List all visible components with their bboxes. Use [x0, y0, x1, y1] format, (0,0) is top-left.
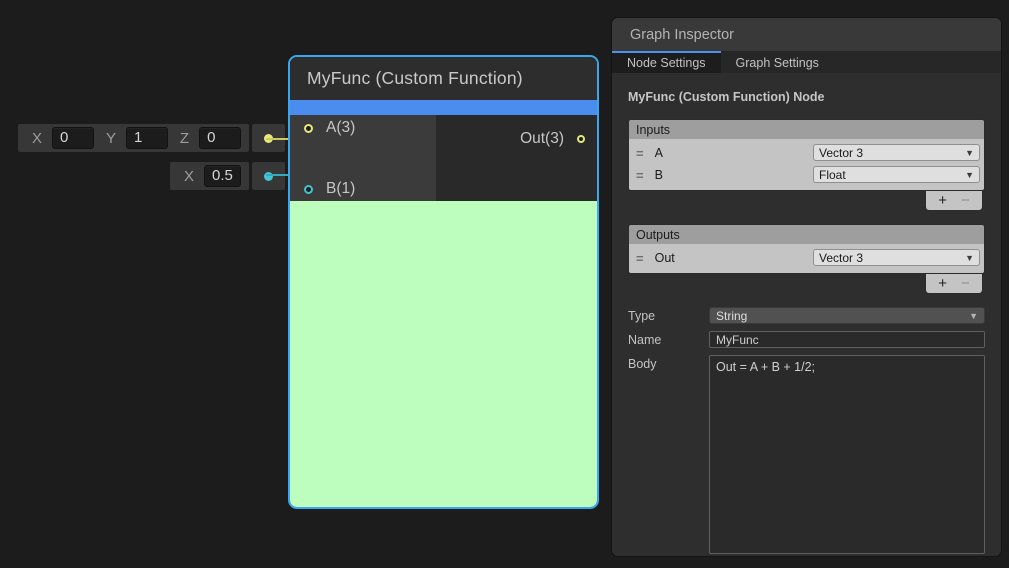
dropdown-arrow-icon: ▼ [965, 170, 974, 180]
add-output-button[interactable]: + [938, 276, 947, 291]
node-output-column: Out(3) [436, 115, 597, 201]
inputs-list: Inputs = A Vector 3 ▼ = B Flo [628, 119, 985, 211]
input-a-name: A [655, 146, 663, 160]
output-port-out[interactable]: Out(3) [520, 130, 585, 148]
port-out-icon[interactable] [577, 135, 585, 143]
body-label: Body [628, 355, 709, 371]
output-out-type-value: Vector 3 [819, 251, 863, 265]
add-input-button[interactable]: + [938, 193, 947, 208]
input-a-type-value: Vector 3 [819, 146, 863, 160]
vector3-z-field[interactable]: 0 [199, 127, 241, 149]
port-out-label: Out(3) [520, 130, 564, 148]
dropdown-arrow-icon: ▼ [969, 311, 978, 321]
vector3-y-field[interactable]: 1 [126, 127, 168, 149]
inputs-list-footer: + − [925, 191, 983, 211]
dropdown-arrow-icon: ▼ [965, 253, 974, 263]
remove-output-button[interactable]: − [961, 276, 970, 291]
node-accent-bar [290, 100, 597, 115]
outputs-list: Outputs = Out Vector 3 ▼ + − [628, 224, 985, 294]
input-b-name: B [655, 168, 663, 182]
vector3-value-widget: X 0 Y 1 Z 0 [18, 124, 249, 152]
inputs-row-a[interactable]: = A Vector 3 ▼ [629, 142, 984, 164]
type-dropdown[interactable]: String ▼ [709, 307, 985, 324]
port-a-label: A(3) [326, 119, 355, 137]
inputs-row-b[interactable]: = B Float ▼ [629, 164, 984, 186]
vector3-y-label: Y [106, 130, 116, 147]
name-property-row: Name MyFunc [628, 331, 985, 348]
node-preview [290, 201, 597, 507]
float-output-dot-icon [264, 172, 273, 181]
tab-node-settings[interactable]: Node Settings [612, 51, 721, 73]
float-x-field[interactable]: 0.5 [204, 165, 241, 187]
graph-inspector-panel: Graph Inspector Node Settings Graph Sett… [612, 18, 1001, 556]
node-port-area: A(3) B(1) Out(3) [290, 115, 597, 201]
body-property-row: Body Out = A + B + 1/2; [628, 355, 985, 554]
port-a-icon[interactable] [304, 124, 313, 133]
node-title[interactable]: MyFunc (Custom Function) [290, 57, 597, 100]
vector3-x-field[interactable]: 0 [52, 127, 94, 149]
vector3-z-label: Z [180, 130, 189, 147]
drag-handle-icon[interactable]: = [636, 168, 643, 183]
type-property-row: Type String ▼ [628, 307, 985, 324]
remove-input-button[interactable]: − [961, 193, 970, 208]
inspector-node-heading: MyFunc (Custom Function) Node [628, 90, 985, 104]
input-b-type-value: Float [819, 168, 846, 182]
type-label: Type [628, 307, 709, 323]
shader-graph-canvas: X 0 Y 1 Z 0 X 0.5 MyFunc (Custom Functio… [0, 0, 1009, 568]
inspector-content: MyFunc (Custom Function) Node Inputs = A… [612, 73, 1001, 556]
inputs-list-header: Inputs [628, 119, 985, 139]
port-b-icon[interactable] [304, 185, 313, 194]
inputs-list-body: = A Vector 3 ▼ = B Float ▼ [628, 139, 985, 191]
body-textarea[interactable]: Out = A + B + 1/2; [709, 355, 985, 554]
outputs-list-body: = Out Vector 3 ▼ [628, 244, 985, 274]
outputs-row-out[interactable]: = Out Vector 3 ▼ [629, 247, 984, 269]
outputs-list-footer: + − [925, 274, 983, 294]
drag-handle-icon[interactable]: = [636, 146, 643, 161]
name-label: Name [628, 331, 709, 347]
input-a-type-dropdown[interactable]: Vector 3 ▼ [813, 144, 980, 161]
vector3-x-label: X [32, 130, 42, 147]
drag-handle-icon[interactable]: = [636, 251, 643, 266]
port-b-label: B(1) [326, 180, 355, 198]
tab-graph-settings[interactable]: Graph Settings [721, 51, 834, 73]
float-output-connector[interactable] [252, 162, 285, 190]
type-value: String [716, 309, 747, 323]
input-port-b[interactable]: B(1) [304, 180, 355, 198]
input-b-type-dropdown[interactable]: Float ▼ [813, 166, 980, 183]
inspector-tabbar: Node Settings Graph Settings [612, 51, 1001, 73]
float-value-widget: X 0.5 [170, 162, 249, 190]
output-out-name: Out [655, 251, 675, 265]
dropdown-arrow-icon: ▼ [965, 148, 974, 158]
custom-function-node[interactable]: MyFunc (Custom Function) A(3) B(1) Out(3… [288, 55, 599, 509]
node-input-column: A(3) B(1) [290, 115, 436, 201]
outputs-list-header: Outputs [628, 224, 985, 244]
graph-inspector-title[interactable]: Graph Inspector [612, 18, 1001, 51]
output-out-type-dropdown[interactable]: Vector 3 ▼ [813, 249, 980, 266]
name-field[interactable]: MyFunc [709, 331, 985, 348]
float-x-label: X [184, 168, 194, 185]
